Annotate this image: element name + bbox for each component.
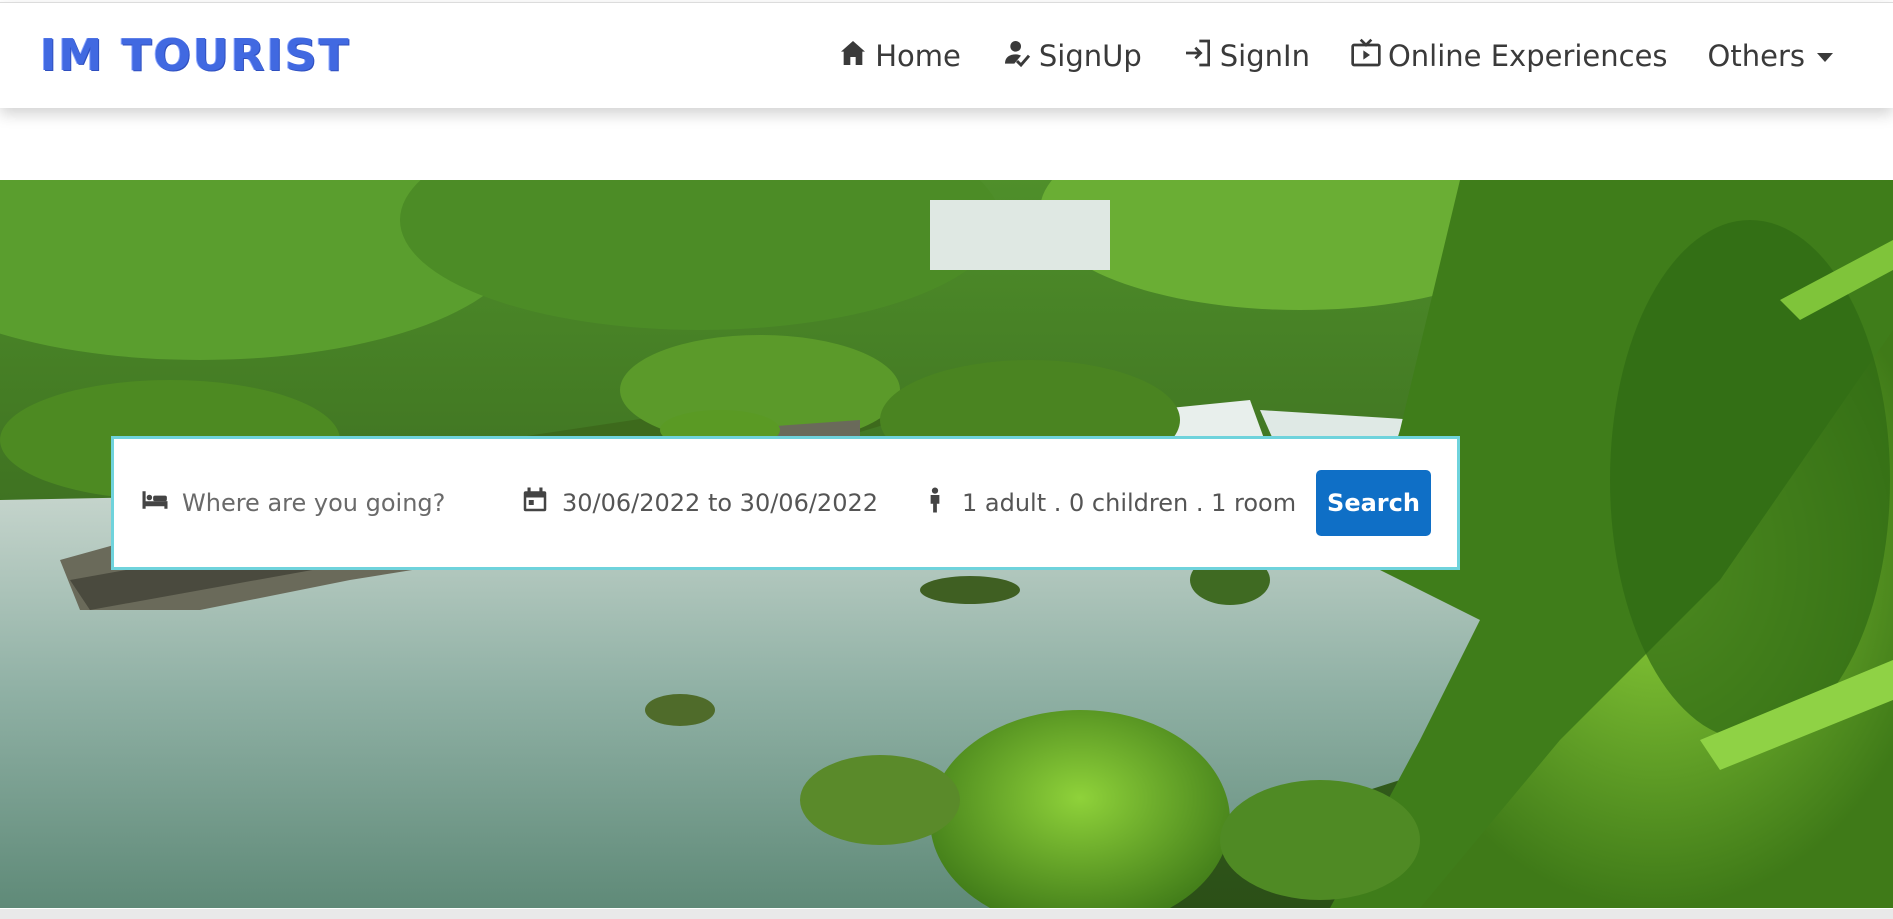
guests-value: 1 adult . 0 children . 1 room bbox=[962, 489, 1297, 517]
nav-online-experiences-link[interactable]: Online Experiences bbox=[1350, 37, 1668, 76]
search-button[interactable]: Search bbox=[1316, 470, 1431, 536]
tv-play-icon bbox=[1350, 37, 1382, 76]
nav-signin-link[interactable]: SignIn bbox=[1182, 37, 1310, 76]
main-nav: Home SignUp SignIn Online Experiences Ot… bbox=[837, 3, 1833, 109]
caret-down-icon bbox=[1817, 52, 1833, 62]
guests-field[interactable]: 1 adult . 0 children . 1 room bbox=[920, 485, 1310, 521]
user-check-icon bbox=[1001, 37, 1033, 76]
nav-signin-label: SignIn bbox=[1219, 39, 1310, 73]
nav-others-dropdown[interactable]: Others bbox=[1708, 39, 1833, 73]
nav-home-label: Home bbox=[875, 39, 961, 73]
destination-input[interactable] bbox=[182, 489, 482, 517]
navbar: IM TOURIST Home SignUp SignIn Online Exp… bbox=[0, 2, 1893, 108]
brand-logo[interactable]: IM TOURIST bbox=[40, 33, 351, 79]
nav-online-experiences-label: Online Experiences bbox=[1387, 39, 1668, 73]
login-arrow-icon bbox=[1182, 37, 1214, 76]
search-bar: 30/06/2022 to 30/06/2022 1 adult . 0 chi… bbox=[111, 436, 1460, 570]
nav-signup-label: SignUp bbox=[1038, 39, 1142, 73]
person-icon bbox=[920, 485, 950, 521]
nav-signup-link[interactable]: SignUp bbox=[1001, 37, 1142, 76]
destination-field[interactable] bbox=[140, 485, 520, 521]
hero-banner: 30/06/2022 to 30/06/2022 1 adult . 0 chi… bbox=[0, 180, 1893, 908]
home-icon bbox=[837, 37, 869, 76]
nav-home-link[interactable]: Home bbox=[837, 37, 961, 76]
page-bottom-edge bbox=[0, 909, 1893, 919]
bed-icon bbox=[140, 485, 170, 521]
nav-others-label: Others bbox=[1707, 39, 1805, 73]
calendar-icon bbox=[520, 485, 550, 521]
date-range-field[interactable]: 30/06/2022 to 30/06/2022 bbox=[520, 485, 920, 521]
date-range-value: 30/06/2022 to 30/06/2022 bbox=[562, 489, 879, 517]
